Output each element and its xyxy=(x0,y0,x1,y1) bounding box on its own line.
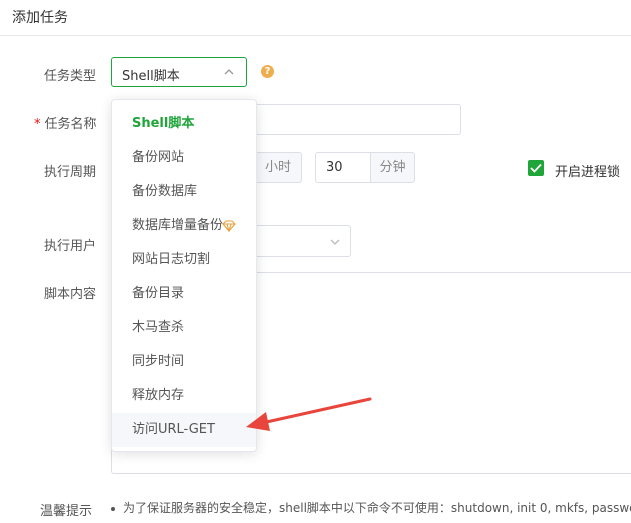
annotation-arrow-icon xyxy=(246,397,372,431)
